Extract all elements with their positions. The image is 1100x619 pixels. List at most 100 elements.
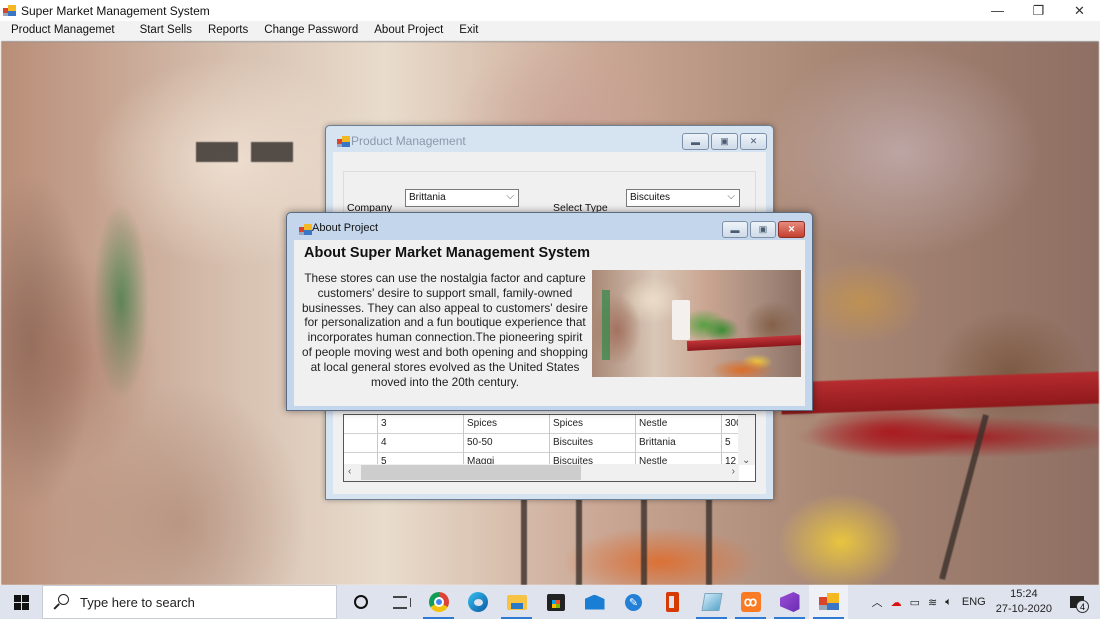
taskbar-mail[interactable] — [575, 585, 614, 619]
row-header[interactable] — [344, 434, 378, 453]
chevron-down-icon: ⌵ — [506, 191, 514, 202]
product-management-title: Product Management — [351, 134, 466, 148]
app-icon — [818, 593, 839, 611]
folder-icon — [506, 594, 527, 610]
type-dropdown-value: Biscuites — [630, 192, 671, 203]
restore-button[interactable]: ❐ — [1018, 0, 1059, 21]
background-cart-wire — [521, 497, 527, 585]
table-row[interactable]: 3 Spices Spices Nestle 300 — [344, 415, 739, 434]
taskbar-search-box[interactable]: Type here to search — [42, 585, 337, 619]
menu-reports[interactable]: Reports — [200, 21, 256, 40]
type-dropdown[interactable]: Biscuites ⌵ — [626, 189, 740, 207]
menu-start-sells[interactable]: Start Sells — [132, 21, 200, 40]
title-bar: Super Market Management System — ❐ ✕ — [0, 0, 1100, 21]
volume-icon[interactable]: 🔈︎ — [945, 596, 952, 609]
menu-exit[interactable]: Exit — [451, 21, 486, 40]
about-client-area: About Super Market Management System The… — [294, 240, 805, 406]
background-store-sign — [196, 142, 238, 162]
cell-id[interactable]: 4 — [378, 434, 464, 453]
cell-qty[interactable]: 5 — [722, 434, 739, 453]
taskbar-notepad[interactable] — [692, 585, 731, 619]
menu-about-project[interactable]: About Project — [366, 21, 451, 40]
cortana-icon — [353, 595, 368, 609]
background-cart-wire — [939, 414, 989, 580]
menu-bar: Product Managemet Start Sells Reports Ch… — [0, 21, 1100, 40]
company-dropdown-value: Brittania — [409, 192, 446, 203]
cell-type[interactable]: Biscuites — [550, 434, 636, 453]
taskbar-office[interactable] — [653, 585, 692, 619]
cell-name[interactable]: 50-50 — [464, 434, 550, 453]
search-placeholder: Type here to search — [80, 594, 195, 610]
maximize-button[interactable]: ▣ — [711, 133, 738, 150]
menu-change-password[interactable]: Change Password — [256, 21, 366, 40]
chrome-icon — [428, 592, 449, 612]
xampp-icon: ꝏ — [740, 592, 761, 612]
about-project-title: About Project — [312, 222, 379, 234]
background-cart-wire — [576, 497, 582, 585]
edge-icon — [467, 592, 488, 612]
products-grid[interactable]: 3 Spices Spices Nestle 300 4 50-50 Biscu… — [343, 414, 756, 482]
product-management-window-controls: ▬ ▣ ✕ — [682, 133, 767, 150]
taskbar-chrome[interactable] — [419, 585, 458, 619]
office-icon — [666, 592, 679, 612]
taskbar-edge[interactable] — [458, 585, 497, 619]
taskbar-winforms-app[interactable] — [809, 585, 848, 619]
language-indicator[interactable]: ENG — [962, 596, 986, 608]
minimize-button[interactable]: — — [977, 0, 1018, 21]
close-button[interactable]: ✕ — [778, 221, 805, 238]
system-tray: ︿ ☁ ▭ ≋ 🔈︎ ENG 15:24 27-10-2020 4 — [868, 585, 1100, 619]
scroll-left-icon[interactable]: ‹ — [348, 466, 351, 477]
window-title: Super Market Management System — [21, 3, 210, 18]
action-center-button[interactable]: 4 — [1062, 585, 1092, 619]
horizontal-scrollbar[interactable]: ‹ › — [344, 464, 739, 481]
task-view-button[interactable] — [380, 585, 419, 619]
taskbar-tool[interactable]: ✎ — [614, 585, 653, 619]
cortana-button[interactable] — [341, 585, 380, 619]
main-window: Super Market Management System — ❐ ✕ Pro… — [0, 0, 1100, 585]
background-store-sign — [251, 142, 293, 162]
company-dropdown[interactable]: Brittania ⌵ — [405, 189, 519, 207]
minimize-button[interactable]: ▬ — [722, 221, 748, 238]
cell-type[interactable]: Spices — [550, 415, 636, 434]
onedrive-error-icon[interactable]: ☁ — [891, 596, 902, 609]
show-hidden-icons-chevron-up-icon[interactable]: ︿ — [872, 594, 883, 610]
background-cart-wire — [706, 497, 712, 585]
background-cart-handle — [780, 371, 1099, 415]
app-icon — [3, 4, 17, 17]
taskbar-xampp[interactable]: ꝏ — [731, 585, 770, 619]
taskbar-visual-studio[interactable] — [770, 585, 809, 619]
cell-company[interactable]: Nestle — [636, 415, 722, 434]
scroll-down-icon[interactable]: ⌄ — [742, 455, 750, 466]
search-icon — [53, 594, 69, 610]
start-button[interactable] — [0, 585, 42, 619]
scroll-right-icon[interactable]: › — [732, 466, 735, 477]
about-description: These stores can use the nostalgia facto… — [302, 271, 588, 389]
wifi-icon[interactable]: ≋ — [928, 596, 937, 609]
close-button[interactable]: ✕ — [740, 133, 767, 150]
about-window-controls: ▬ ▣ ✕ — [722, 221, 805, 238]
battery-icon[interactable]: ▭ — [910, 596, 920, 609]
close-button[interactable]: ✕ — [1059, 0, 1100, 21]
horizontal-scroll-thumb[interactable] — [361, 465, 581, 480]
maximize-button[interactable]: ▣ — [750, 221, 776, 238]
notepad-icon — [700, 593, 723, 611]
minimize-button[interactable]: ▬ — [682, 133, 709, 150]
cell-name[interactable]: Spices — [464, 415, 550, 434]
wrench-icon: ✎ — [625, 593, 642, 611]
vertical-scrollbar[interactable]: ⌄ — [738, 415, 755, 466]
notification-count-badge: 4 — [1076, 600, 1089, 613]
taskbar: Type here to search ✎ ꝏ ︿ ☁ ▭ ≋ 🔈︎ ENG 1… — [0, 585, 1100, 619]
cell-qty[interactable]: 300 — [722, 415, 739, 434]
about-project-window: About Project ▬ ▣ ✕ About Super Market M… — [286, 212, 813, 411]
cell-company[interactable]: Brittania — [636, 434, 722, 453]
table-row[interactable]: 4 50-50 Biscuites Brittania 5 — [344, 434, 739, 453]
clock-date: 27-10-2020 — [995, 603, 1052, 615]
mail-icon — [584, 594, 605, 610]
taskbar-file-explorer[interactable] — [497, 585, 536, 619]
menu-product-management[interactable]: Product Managemet — [0, 21, 132, 40]
row-header[interactable] — [344, 415, 378, 434]
taskbar-store[interactable] — [536, 585, 575, 619]
clock[interactable]: 15:24 27-10-2020 — [996, 587, 1052, 617]
cell-id[interactable]: 3 — [378, 415, 464, 434]
app-icon — [337, 136, 351, 148]
